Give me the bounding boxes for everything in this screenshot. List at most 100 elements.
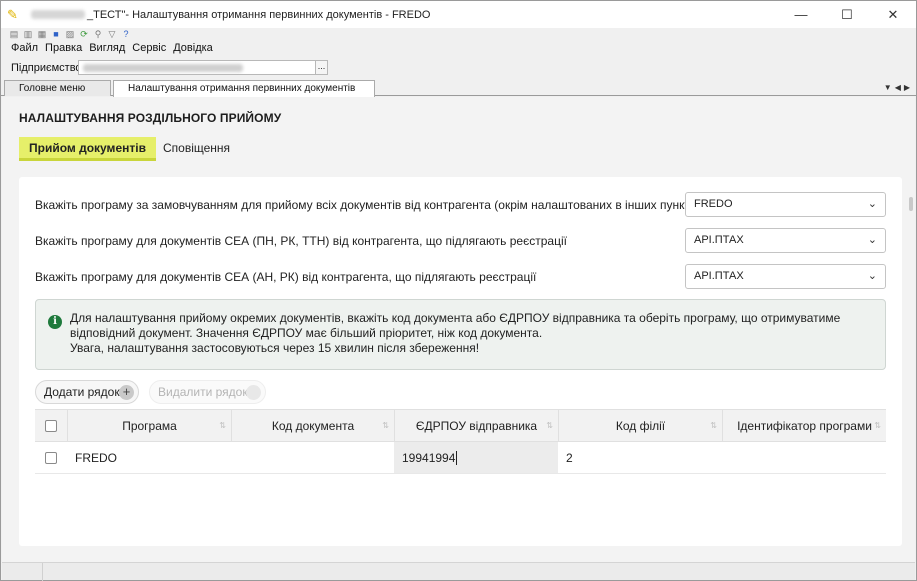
filter-icon[interactable]: ▽ bbox=[107, 29, 117, 39]
column-header-program-id[interactable]: Ідентифікатор програми ⇅ bbox=[722, 410, 886, 441]
menu-file[interactable]: Файл bbox=[11, 42, 38, 54]
enterprise-field[interactable] bbox=[78, 60, 316, 75]
window-controls: — ☐ ✕ bbox=[778, 1, 916, 28]
sort-icon: ⇅ bbox=[710, 421, 717, 430]
enterprise-bar: Підприємство ... bbox=[5, 58, 915, 77]
delete-row-button[interactable]: Видалити рядок bbox=[149, 380, 266, 404]
print-icon[interactable]: ▨ bbox=[65, 29, 75, 39]
text-caret bbox=[456, 450, 458, 465]
tab-receive-documents[interactable]: Прийом документів bbox=[19, 137, 156, 161]
tab-main-menu[interactable]: Головне меню bbox=[4, 80, 111, 96]
app-window: ✎ _ТЕСТ" - Налаштування отримання первин… bbox=[0, 0, 917, 581]
default-program-select[interactable]: FREDO ⌄ bbox=[685, 192, 886, 217]
sort-icon: ⇅ bbox=[382, 421, 389, 430]
save-icon[interactable]: ■ bbox=[51, 29, 61, 39]
select-value: API.ПТАХ bbox=[694, 270, 744, 282]
chevron-down-icon[interactable]: ▼ bbox=[884, 83, 892, 92]
cell-doc-code[interactable] bbox=[231, 442, 394, 473]
window-title-prefix: _ТЕСТ" bbox=[87, 8, 126, 21]
default-program-label: Вкажіть програму за замовчуванням для пр… bbox=[35, 198, 707, 212]
minimize-button[interactable]: — bbox=[778, 1, 824, 28]
settings-card: Вкажіть програму за замовчуванням для пр… bbox=[19, 177, 902, 546]
tab-label: Налаштування отримання первинних докумен… bbox=[128, 83, 356, 94]
sea-pn-program-select[interactable]: API.ПТАХ ⌄ bbox=[685, 228, 886, 253]
select-value: FREDO bbox=[694, 198, 733, 210]
column-header-program[interactable]: Програма ⇅ bbox=[67, 410, 231, 441]
copy-doc-icon[interactable]: ▥ bbox=[23, 29, 33, 39]
settings-table: Програма ⇅ Код документа ⇅ ЄДРПОУ відправн… bbox=[35, 409, 886, 474]
tab-strip: Головне меню Налаштування отримання перв… bbox=[1, 79, 916, 109]
info-text: Для налаштування прийому окремих докумен… bbox=[70, 311, 878, 356]
edrpou-value: 19941994 bbox=[402, 450, 456, 465]
column-header-doc-code[interactable]: Код документа ⇅ bbox=[231, 410, 394, 441]
sort-icon: ⇅ bbox=[874, 421, 881, 430]
menu-view[interactable]: Вигляд bbox=[89, 42, 125, 54]
column-header-label: ЄДРПОУ відправника bbox=[415, 418, 538, 433]
column-header-label: Код філії bbox=[615, 418, 666, 433]
column-header-edrpou[interactable]: ЄДРПОУ відправника ⇅ bbox=[394, 410, 558, 441]
select-all-checkbox[interactable] bbox=[45, 419, 57, 432]
cell-edrpou-editing[interactable]: 19941994 bbox=[394, 442, 558, 473]
help-icon[interactable]: ? bbox=[121, 29, 131, 39]
add-row-button[interactable]: Додати рядок + bbox=[35, 380, 139, 404]
chevron-down-icon: ⌄ bbox=[867, 234, 877, 246]
sort-icon: ⇅ bbox=[546, 421, 553, 430]
new-doc-icon[interactable]: ▤ bbox=[9, 29, 19, 39]
menu-help[interactable]: Довідка bbox=[173, 42, 213, 54]
close-window-button[interactable]: ✕ bbox=[870, 1, 916, 28]
title-bar: ✎ _ТЕСТ" - Налаштування отримання первин… bbox=[1, 1, 916, 28]
column-header-label: Програма bbox=[122, 418, 177, 433]
vertical-scrollbar[interactable] bbox=[907, 97, 915, 562]
add-row-label: Додати рядок bbox=[44, 385, 120, 399]
enterprise-label: Підприємство bbox=[11, 61, 82, 74]
cell-program[interactable]: FREDO bbox=[67, 442, 231, 473]
maximize-button[interactable]: ☐ bbox=[824, 1, 870, 28]
info-line-1: Для налаштування прийому окремих докумен… bbox=[70, 311, 841, 340]
info-icon: i bbox=[48, 315, 62, 329]
chevron-down-icon: ⌄ bbox=[867, 198, 877, 210]
column-header-label: Код документа bbox=[271, 418, 355, 433]
plus-icon: + bbox=[119, 385, 134, 400]
chevron-left-icon[interactable]: ◀ bbox=[895, 83, 901, 92]
menu-service[interactable]: Сервіс bbox=[132, 42, 166, 54]
status-divider bbox=[42, 563, 43, 581]
cell-branch[interactable]: 2 bbox=[558, 442, 722, 473]
column-header-label: Ідентифікатор програми bbox=[737, 418, 872, 433]
delete-row-label: Видалити рядок bbox=[158, 385, 248, 399]
pencil-icon: ✎ bbox=[7, 6, 18, 22]
page-title: НАЛАШТУВАННЯ РОЗДІЛЬНОГО ПРИЙОМУ bbox=[19, 111, 282, 125]
info-line-2: Увага, налаштування застосовуються через… bbox=[70, 341, 480, 355]
menu-bar: Файл Правка Вигляд Сервіс Довідка bbox=[11, 42, 213, 54]
tab-label: Головне меню bbox=[19, 83, 86, 94]
column-header-branch[interactable]: Код філії ⇅ bbox=[558, 410, 722, 441]
menu-edit[interactable]: Правка bbox=[45, 42, 82, 54]
enterprise-browse-button[interactable]: ... bbox=[315, 60, 328, 75]
tab-settings[interactable]: Налаштування отримання первинних докумен… bbox=[113, 80, 375, 109]
minus-icon bbox=[246, 385, 261, 400]
window-title: - Налаштування отримання первинних докум… bbox=[125, 8, 431, 21]
paste-icon[interactable]: ▦ bbox=[37, 29, 47, 39]
sea-pn-program-label: Вкажіть програму для документів СЕА (ПН,… bbox=[35, 234, 567, 248]
row-checkbox[interactable] bbox=[45, 451, 57, 464]
table-header: Програма ⇅ Код документа ⇅ ЄДРПОУ відправн… bbox=[35, 409, 886, 442]
blurred-title-part bbox=[31, 10, 85, 19]
sea-an-program-select[interactable]: API.ПТАХ ⌄ bbox=[685, 264, 886, 289]
select-value: API.ПТАХ bbox=[694, 234, 744, 246]
select-all-cell bbox=[35, 410, 67, 441]
blurred-enterprise-name bbox=[83, 64, 243, 72]
find-icon[interactable]: ⚲ bbox=[93, 29, 103, 39]
tab-notifications[interactable]: Сповіщення bbox=[153, 137, 240, 161]
row-checkbox-cell bbox=[35, 442, 67, 473]
chevron-right-icon[interactable]: ▶ bbox=[904, 83, 910, 92]
cell-program-id[interactable] bbox=[722, 442, 886, 473]
sort-icon: ⇅ bbox=[219, 421, 226, 430]
sea-an-program-label: Вкажіть програму для документів СЕА (АН,… bbox=[35, 270, 537, 284]
status-bar bbox=[2, 562, 915, 581]
tab-scroll-controls: ▼ ◀ ▶ bbox=[884, 83, 910, 92]
toolbar: ▤ ▥ ▦ ■ ▨ ⟳ ⚲ ▽ ? bbox=[9, 29, 131, 41]
table-row[interactable]: FREDO 19941994 2 bbox=[35, 442, 886, 474]
chevron-down-icon: ⌄ bbox=[867, 270, 877, 282]
scrollbar-thumb[interactable] bbox=[909, 197, 913, 211]
main-content: НАЛАШТУВАННЯ РОЗДІЛЬНОГО ПРИЙОМУ Прийом … bbox=[2, 97, 915, 562]
refresh-icon[interactable]: ⟳ bbox=[79, 29, 89, 39]
